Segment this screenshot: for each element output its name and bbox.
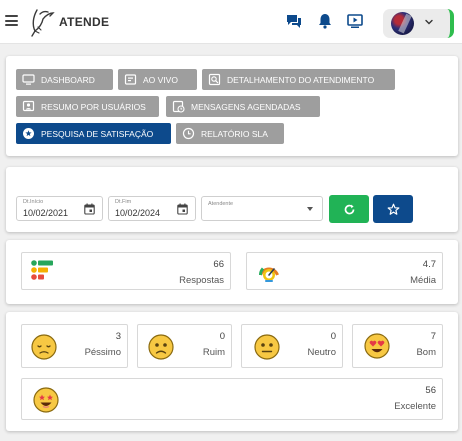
user-summary-icon	[22, 100, 35, 112]
start-date-value: 10/02/2021	[23, 208, 69, 218]
neutro-stat: 0 Neutro	[241, 324, 343, 368]
detalhamento-label: DETALHAMENTO DO ATENDIMENTO	[227, 74, 375, 85]
clock-icon	[182, 127, 195, 140]
chat-icon[interactable]	[285, 12, 303, 30]
neutro-label: Neutro	[307, 347, 336, 358]
excelente-value: 56	[425, 385, 436, 396]
neutro-value: 0	[330, 331, 336, 342]
mensagens-agendadas-button[interactable]: MENSAGENS AGENDADAS	[166, 96, 320, 117]
live-icon	[124, 74, 137, 85]
summary-card: 66 Respostas 4.7 Média	[6, 240, 458, 304]
chevron-down-icon[interactable]	[424, 17, 434, 27]
brand-name: ATENDE	[59, 15, 110, 29]
gauge-icon	[259, 267, 279, 282]
top-bar: ATENDE	[0, 0, 462, 44]
mensagens-agendadas-label: MENSAGENS AGENDADAS	[191, 101, 301, 112]
attendant-label: Atendente	[208, 201, 234, 207]
pessimo-label: Péssimo	[84, 347, 121, 358]
start-date-field[interactable]: Dt.Início 10/02/2021	[16, 196, 103, 221]
start-date-label: Dt.Início	[23, 199, 44, 205]
relatorio-sla-label: RELATÓRIO SLA	[201, 128, 268, 139]
star-outline-icon	[387, 203, 399, 215]
refresh-button[interactable]	[329, 195, 369, 223]
ruim-label: Ruim	[202, 347, 225, 358]
responses-value: 66	[213, 259, 224, 270]
pesquisa-satisfacao-label: PESQUISA DE SATISFAÇÃO	[41, 128, 154, 139]
play-screen-icon[interactable]	[346, 12, 364, 30]
average-value: 4.7	[422, 259, 436, 270]
pessimo-value: 3	[115, 331, 121, 342]
bird-logo-icon	[31, 9, 55, 37]
report-nav-card: DASHBOARD AO VIVO DETALHAMENTO DO ATENDI…	[6, 56, 458, 156]
bom-value: 7	[430, 331, 436, 342]
ao-vivo-button[interactable]: AO VIVO	[118, 69, 197, 90]
calendar-icon[interactable]	[84, 203, 95, 215]
heart-eyes-icon	[364, 333, 390, 359]
star-eyes-icon	[33, 387, 59, 413]
ruim-value: 0	[219, 331, 225, 342]
relatorio-sla-button[interactable]: RELATÓRIO SLA	[176, 123, 284, 144]
end-date-label: Dt.Fim	[115, 199, 132, 205]
attendant-select[interactable]: Atendente	[201, 196, 323, 221]
sad-face-icon	[31, 334, 57, 360]
refresh-icon	[344, 204, 354, 214]
favorite-button[interactable]	[373, 195, 413, 223]
stacked-responses-icon	[31, 260, 53, 280]
excelente-stat: 56 Excelente	[21, 378, 443, 420]
ao-vivo-label: AO VIVO	[143, 74, 178, 85]
ruim-stat: 0 Ruim	[137, 324, 232, 368]
average-label: Média	[410, 275, 436, 286]
calendar-icon[interactable]	[177, 203, 188, 215]
excelente-label: Excelente	[394, 401, 436, 412]
resumo-usuarios-button[interactable]: RESUMO POR USUÁRIOS	[16, 96, 159, 117]
bell-icon[interactable]	[316, 12, 334, 30]
bom-label: Bom	[416, 347, 436, 358]
pesquisa-satisfacao-button[interactable]: PESQUISA DE SATISFAÇÃO	[16, 123, 171, 144]
end-date-value: 10/02/2024	[115, 208, 161, 218]
profile-menu[interactable]	[383, 9, 454, 38]
responses-stat: 66 Respostas	[21, 252, 231, 290]
pessimo-stat: 3 Péssimo	[21, 324, 128, 368]
bom-stat: 7 Bom	[352, 324, 443, 368]
frown-face-icon	[148, 334, 174, 360]
avatar	[391, 12, 414, 35]
end-date-field[interactable]: Dt.Fim 10/02/2024	[108, 196, 196, 221]
dashboard-button[interactable]: DASHBOARD	[16, 69, 113, 90]
dropdown-arrow-icon[interactable]	[307, 207, 313, 211]
scheduled-messages-icon	[172, 100, 185, 113]
filter-card: Dt.Início 10/02/2021 Dt.Fim 10/02/2024 A…	[6, 167, 458, 232]
hamburger-menu-icon[interactable]	[5, 15, 18, 26]
neutral-face-icon	[254, 334, 280, 360]
star-circle-icon	[23, 128, 34, 139]
average-stat: 4.7 Média	[246, 252, 443, 290]
report-icon	[208, 73, 221, 86]
dashboard-label: DASHBOARD	[41, 74, 95, 85]
ratings-card: 3 Péssimo 0 Ruim 0 Neutro 7 Bom 56 Excel…	[6, 312, 458, 431]
responses-label: Respostas	[179, 275, 224, 286]
resumo-usuarios-label: RESUMO POR USUÁRIOS	[41, 101, 146, 112]
detalhamento-button[interactable]: DETALHAMENTO DO ATENDIMENTO	[202, 69, 395, 90]
monitor-icon	[22, 74, 35, 85]
